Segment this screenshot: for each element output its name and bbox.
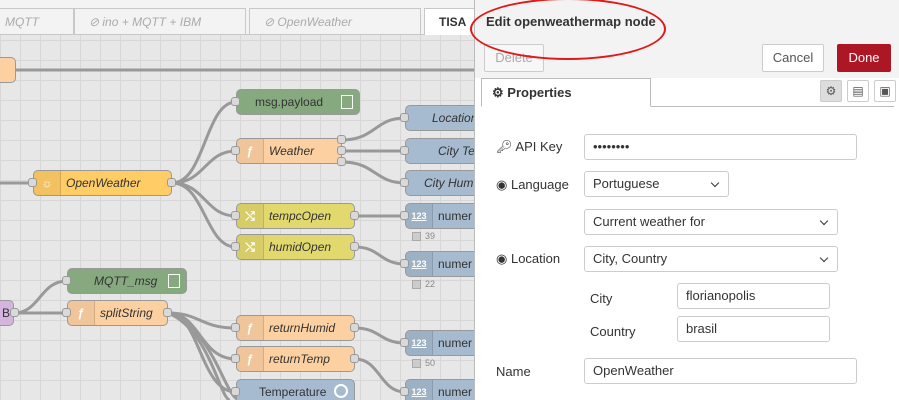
debug-list-icon: [168, 274, 180, 288]
tab-mqtt[interactable]: MQTT: [0, 8, 74, 34]
input-port[interactable]: [231, 354, 240, 363]
tray-title: Edit openweathermap node: [486, 14, 656, 29]
input-port[interactable]: [231, 97, 240, 106]
name-label: Name: [496, 364, 531, 379]
globe-icon: ◉: [496, 251, 511, 266]
node-ui-numeric[interactable]: 123 numer: [405, 251, 474, 277]
disabled-icon: ⊘: [89, 15, 103, 29]
api-key-input[interactable]: ••••••••: [584, 134, 857, 160]
node-change-humidopen[interactable]: ⤭ humidOpen: [236, 234, 355, 260]
language-label: ◉ Language: [496, 177, 569, 192]
gauge-icon: [334, 384, 348, 398]
output-port[interactable]: [337, 135, 346, 144]
shuffle-icon: ⤭: [237, 235, 264, 259]
node-status: 50: [412, 358, 435, 369]
description-icon[interactable]: ▤: [847, 80, 869, 102]
tab-tisa[interactable]: TISA: [424, 8, 474, 35]
input-port[interactable]: [400, 259, 409, 268]
gear-icon: ⚙: [492, 85, 508, 100]
output-port[interactable]: [337, 157, 346, 166]
node-function-returnhumid[interactable]: ƒ returnHumid: [236, 315, 355, 341]
node-function-returntemp[interactable]: ƒ returnTemp: [236, 346, 355, 372]
name-input[interactable]: OpenWeather: [584, 358, 857, 384]
tab-ino-mqtt-ibm[interactable]: ⊘ ino + MQTT + IBM: [74, 8, 246, 34]
key-icon: 🔑︎: [496, 139, 516, 154]
tray-header: Edit openweathermap node: [475, 0, 899, 39]
location-label: ◉ Location: [496, 251, 561, 266]
input-port[interactable]: [231, 211, 240, 220]
api-key-label: 🔑︎ API Key: [496, 139, 563, 154]
node-change-tempcopen[interactable]: ⤭ tempcOpen: [236, 203, 355, 229]
input-port[interactable]: [400, 113, 409, 122]
node-status: 39: [412, 231, 435, 242]
output-port[interactable]: [350, 242, 359, 251]
tab-openweather[interactable]: ⊘ OpenWeather: [249, 8, 421, 34]
function-icon: ƒ: [237, 347, 264, 371]
output-port[interactable]: [167, 178, 176, 187]
location-select[interactable]: City, Country: [584, 246, 838, 272]
output-port[interactable]: [10, 308, 19, 317]
workspace-tabbar: MQTT ⊘ ino + MQTT + IBM ⊘ OpenWeather TI…: [0, 0, 474, 35]
disabled-icon: ⊘: [264, 15, 278, 29]
mode-select[interactable]: Current weather for: [584, 209, 838, 235]
node-debug-msg-payload[interactable]: msg.payload: [236, 89, 360, 115]
node-ui-temperature[interactable]: Temperature: [236, 379, 355, 400]
output-port[interactable]: [350, 323, 359, 332]
output-port[interactable]: [350, 211, 359, 220]
numeric-icon: 123: [406, 380, 433, 400]
output-port[interactable]: [337, 146, 346, 155]
node-ui-city-humid[interactable]: City Hum: [405, 170, 474, 196]
node-ui-location[interactable]: Location: [405, 105, 474, 131]
node-function-partial[interactable]: [0, 57, 16, 83]
input-port[interactable]: [231, 323, 240, 332]
globe-icon: ◉: [496, 177, 511, 192]
node-status: 22: [412, 279, 435, 290]
node-ui-numeric[interactable]: 123 numer: [405, 330, 474, 356]
input-port[interactable]: [231, 242, 240, 251]
function-icon: ƒ: [237, 316, 264, 340]
tray-tabs: ⚙ Properties ⚙ ▤ ▣: [481, 78, 896, 107]
output-port[interactable]: [163, 308, 172, 317]
input-port[interactable]: [400, 146, 409, 155]
input-port[interactable]: [231, 387, 240, 396]
numeric-icon: 123: [406, 252, 433, 276]
input-port[interactable]: [400, 338, 409, 347]
tab-properties[interactable]: ⚙ Properties: [481, 78, 651, 107]
node-debug-mqtt-msg[interactable]: MQTT_msg: [67, 268, 187, 294]
function-icon: ƒ: [237, 139, 264, 163]
city-input[interactable]: florianopolis: [677, 283, 830, 309]
input-port[interactable]: [62, 308, 71, 317]
input-port[interactable]: [62, 276, 71, 285]
numeric-icon: 123: [406, 204, 433, 228]
edit-tray: Edit openweathermap node Delete Cancel D…: [474, 0, 899, 400]
flow-workspace[interactable]: MQTT ⊘ ino + MQTT + IBM ⊘ OpenWeather TI…: [0, 0, 474, 400]
appearance-icon[interactable]: ▣: [874, 80, 896, 102]
node-ui-numeric[interactable]: 123 numer: [405, 379, 474, 400]
node-ui-numeric[interactable]: 123 numer: [405, 203, 474, 229]
delete-button[interactable]: Delete: [484, 44, 544, 72]
input-port[interactable]: [400, 387, 409, 396]
node-openweather[interactable]: ☼ OpenWeather: [33, 170, 172, 196]
function-icon: ƒ: [68, 301, 95, 325]
done-button[interactable]: Done: [837, 44, 891, 72]
numeric-icon: 123: [406, 331, 433, 355]
input-port[interactable]: [28, 178, 37, 187]
sun-icon: ☼: [34, 171, 61, 195]
input-port[interactable]: [400, 178, 409, 187]
input-port[interactable]: [231, 146, 240, 155]
country-label: Country: [590, 324, 636, 339]
output-port[interactable]: [350, 354, 359, 363]
shuffle-icon: ⤭: [237, 204, 264, 228]
node-function-splitstring[interactable]: ƒ splitString: [67, 300, 168, 326]
city-label: City: [590, 291, 613, 306]
node-ui-city-temp[interactable]: City Te: [405, 138, 474, 164]
cancel-button[interactable]: Cancel: [762, 44, 824, 72]
tray-toolbar: Delete Cancel Done: [475, 38, 899, 78]
node-function-weather[interactable]: ƒ Weather: [236, 138, 342, 164]
node-settings-icon[interactable]: ⚙: [820, 80, 842, 102]
debug-list-icon: [341, 95, 353, 109]
language-select[interactable]: Portuguese: [584, 171, 729, 197]
input-port[interactable]: [400, 211, 409, 220]
country-input[interactable]: brasil: [677, 316, 830, 342]
